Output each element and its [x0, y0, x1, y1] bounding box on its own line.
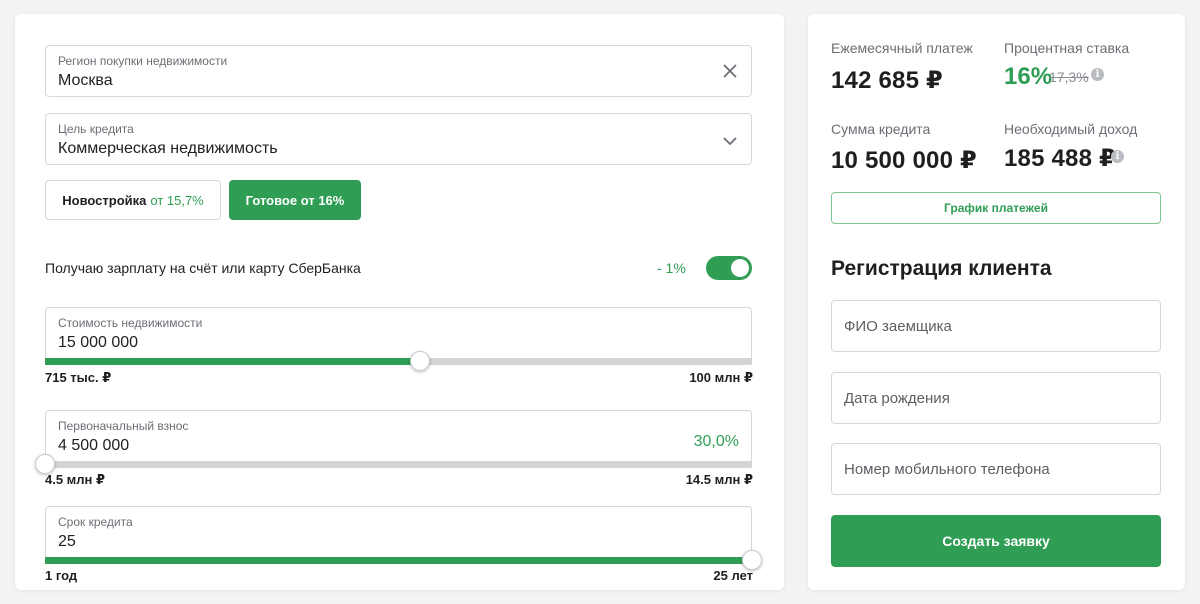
new-building-button[interactable]: Новостройка от 15,7% [45, 180, 221, 220]
property-cost-field[interactable]: Стоимость недвижимости 15 000 000 [45, 307, 752, 365]
region-field[interactable]: Регион покупки недвижимости Москва [45, 45, 752, 97]
down-payment-slider-handle[interactable] [35, 454, 55, 474]
loan-term-track[interactable] [45, 557, 752, 564]
property-cost-max: 100 млн ₽ [689, 370, 753, 385]
new-building-rate: от 15,7% [150, 192, 204, 208]
region-value: Москва [58, 72, 113, 89]
purpose-value: Коммерческая недвижимость [58, 140, 278, 157]
required-income-value: 185 488 ₽ [1004, 145, 1116, 172]
borrower-name-field[interactable] [831, 300, 1161, 352]
phone-input[interactable] [832, 444, 1160, 494]
required-income-label: Необходимый доход [1004, 121, 1138, 137]
loan-term-label: Срок кредита [58, 515, 133, 529]
down-payment-field[interactable]: Первоначальный взнос 4 500 000 30,0% [45, 410, 752, 468]
monthly-payment-label: Ежемесячный платеж [831, 40, 973, 56]
borrower-name-input[interactable] [832, 301, 1160, 351]
loan-purpose-select[interactable]: Цель кредита Коммерческая недвижимость [45, 113, 752, 165]
salary-option-label: Получаю зарплату на счёт или карту СберБ… [45, 260, 361, 276]
interest-rate-value: 16% [1004, 63, 1053, 90]
purpose-label: Цель кредита [58, 122, 134, 136]
salary-toggle[interactable] [706, 256, 752, 280]
property-cost-fill [45, 358, 420, 365]
new-building-label: Новостройка [62, 192, 147, 208]
loan-term-min: 1 год [45, 568, 78, 583]
ready-property-label: Готовое от 16% [245, 192, 345, 208]
birth-date-field[interactable] [831, 372, 1161, 424]
registration-title: Регистрация клиента [831, 257, 1052, 280]
loan-term-slider-handle[interactable] [742, 550, 762, 570]
summary-card: Ежемесячный платеж 142 685 ₽ Процентная … [808, 14, 1185, 590]
monthly-payment-value: 142 685 ₽ [831, 67, 943, 94]
down-payment-min: 4.5 млн ₽ [45, 472, 106, 487]
property-cost-label: Стоимость недвижимости [58, 316, 203, 330]
mortgage-calculator-card: Регион покупки недвижимости Москва Цель … [15, 14, 784, 590]
loan-term-fill [45, 557, 752, 564]
interest-rate-old: 17,3% [1049, 69, 1089, 85]
birth-date-input[interactable] [832, 373, 1160, 423]
property-cost-value: 15 000 000 [58, 334, 139, 351]
info-icon[interactable]: i [1091, 68, 1104, 81]
loan-term-field[interactable]: Срок кредита 25 [45, 506, 752, 564]
down-payment-value: 4 500 000 [58, 437, 130, 454]
down-payment-percent: 30,0% [693, 433, 739, 450]
loan-term-value: 25 [58, 533, 76, 550]
loan-amount-value: 10 500 000 ₽ [831, 147, 977, 174]
ready-property-button[interactable]: Готовое от 16% [229, 180, 361, 220]
payment-schedule-button[interactable]: График платежей [831, 192, 1161, 224]
property-cost-min: 715 тыс. ₽ [45, 370, 112, 385]
phone-field[interactable] [831, 443, 1161, 495]
loan-amount-label: Сумма кредита [831, 121, 931, 137]
info-icon[interactable]: i [1111, 150, 1124, 163]
close-icon[interactable] [719, 60, 741, 82]
interest-rate-label: Процентная ставка [1004, 40, 1130, 56]
region-label: Регион покупки недвижимости [58, 54, 228, 68]
create-application-button[interactable]: Создать заявку [831, 515, 1161, 567]
loan-term-max: 25 лет [713, 568, 753, 583]
toggle-knob [731, 259, 749, 277]
property-cost-track[interactable] [45, 358, 752, 365]
down-payment-max: 14.5 млн ₽ [685, 472, 753, 487]
down-payment-track[interactable] [45, 461, 752, 468]
down-payment-label: Первоначальный взнос [58, 419, 189, 433]
chevron-down-icon[interactable] [719, 130, 741, 152]
salary-discount: - 1% [657, 260, 686, 276]
property-cost-slider-handle[interactable] [409, 351, 430, 371]
